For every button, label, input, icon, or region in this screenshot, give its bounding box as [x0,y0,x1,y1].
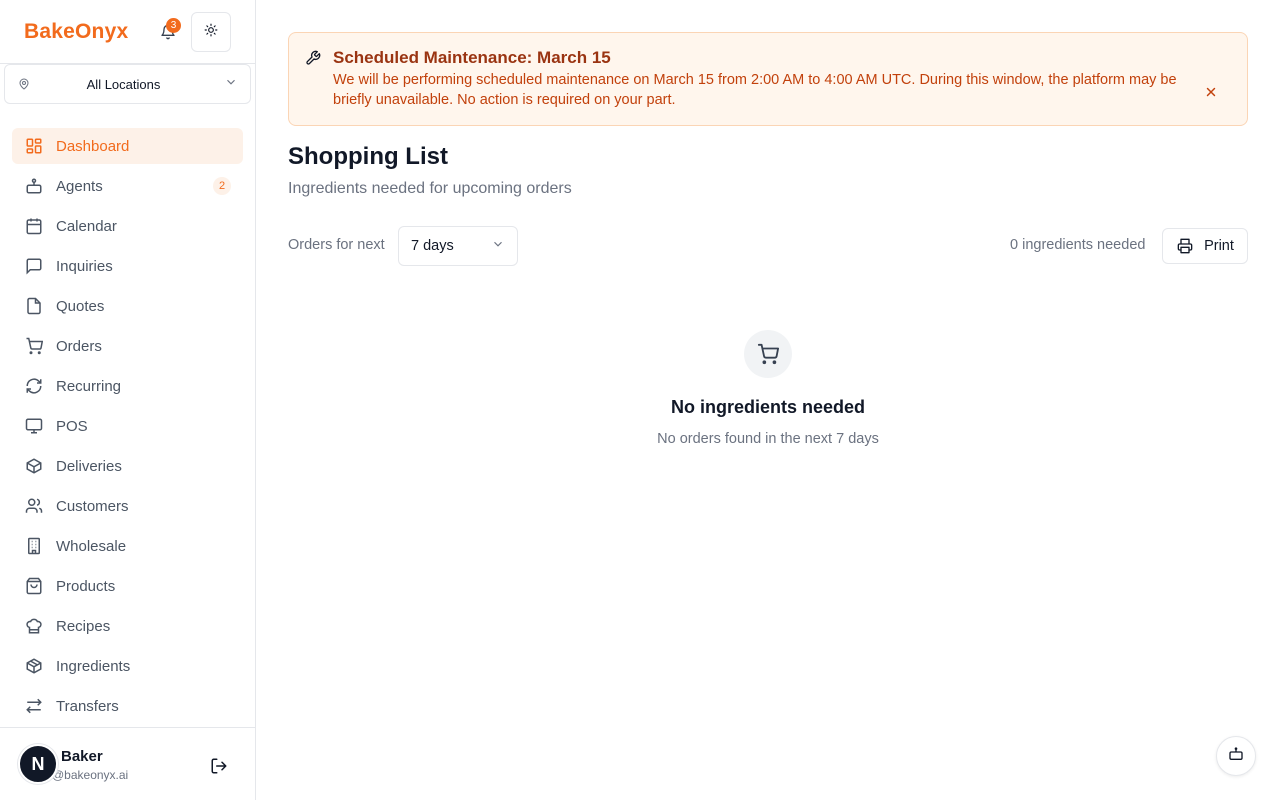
user-email: @bakeonyx.ai [52,768,129,782]
banner-title: Scheduled Maintenance: March 15 [333,48,611,67]
sidebar-item-quotes[interactable]: Quotes [12,288,243,324]
avatar-letter: N [31,753,45,774]
sidebar-item-ingredients[interactable]: Ingredients [12,648,243,684]
sidebar-item-label: Deliveries [56,457,122,475]
box-icon [24,656,44,676]
sidebar-item-label: Quotes [56,297,105,315]
ingredients-count: 0 ingredients needed [1010,237,1146,253]
sidebar-item-pos[interactable]: POS [12,408,243,444]
sidebar-item-label: Inquiries [56,257,113,275]
wrench-icon [305,50,323,68]
transfer-icon [24,696,44,716]
sidebar-item-recipes[interactable]: Recipes [12,608,243,644]
printer-icon [1176,237,1194,255]
print-button[interactable]: Print [1162,228,1248,264]
sidebar-item-label: POS [56,417,88,435]
banner-text: We will be performing scheduled maintena… [333,72,1177,108]
calendar-icon [24,216,44,236]
bot-icon [24,176,44,196]
sidebar-item-label: Calendar [56,217,117,235]
sidebar-item-products[interactable]: Products [12,568,243,604]
monitor-icon [24,416,44,436]
avatar[interactable]: N [18,744,58,784]
users-icon [24,496,44,516]
location-select-value: All Locations [86,76,161,92]
sidebar-item-label: Ingredients [56,657,131,675]
notification-badge: 3 [166,18,181,33]
empty-state-subtitle: No orders found in the next 7 days [657,431,879,447]
sidebar-item-label: Wholesale [56,537,127,555]
sun-icon [204,23,218,42]
message-icon [24,256,44,276]
refresh-icon [24,376,44,396]
maintenance-banner: Scheduled Maintenance: March 15 We will … [288,32,1248,126]
chevron-down-icon [224,75,238,94]
map-pin-icon [17,77,31,91]
sidebar-nav: Dashboard Agents 2 Calendar Inquiries Qu… [12,128,243,728]
print-button-label: Print [1204,238,1234,254]
close-icon[interactable] [1199,80,1223,104]
sidebar-item-label: Recurring [56,377,122,395]
orders-for-next-label: Orders for next [288,237,385,253]
building-icon [24,536,44,556]
sidebar: BakeOnyx 3 All Locations Dashboard Agent… [0,0,256,800]
sidebar-item-customers[interactable]: Customers [12,488,243,524]
sidebar-item-deliveries[interactable]: Deliveries [12,448,243,484]
sidebar-item-label: Products [56,577,116,595]
brand-logo[interactable]: BakeOnyx [24,20,128,44]
logout-icon[interactable] [207,754,231,778]
empty-state-title: No ingredients needed [670,397,866,417]
user-name: Baker [61,748,103,765]
location-select[interactable]: All Locations [4,64,251,104]
theme-toggle-button[interactable] [191,12,231,52]
sidebar-item-calendar[interactable]: Calendar [12,208,243,244]
sidebar-item-label: Customers [56,497,129,515]
page-subtitle: Ingredients needed for upcoming orders [288,180,572,197]
sidebar-item-dashboard[interactable]: Dashboard [12,128,243,164]
period-select-value: 7 days [411,238,454,254]
sidebar-item-label: Transfers [56,697,119,715]
sidebar-item-label: Orders [56,337,102,355]
sidebar-item-label: Agents [56,177,103,195]
file-icon [24,296,44,316]
cart-icon [744,330,792,378]
sidebar-item-agents[interactable]: Agents 2 [12,168,243,204]
sidebar-item-transfers[interactable]: Transfers [12,688,243,724]
cart-icon [24,336,44,356]
period-select[interactable]: 7 days [398,226,518,266]
agents-badge: 2 [213,177,231,195]
sidebar-item-inquiries[interactable]: Inquiries [12,248,243,284]
chef-hat-icon [24,616,44,636]
assistant-button[interactable] [1216,736,1256,776]
sidebar-item-recurring[interactable]: Recurring [12,368,243,404]
shopping-bag-icon [24,576,44,596]
brand-row: BakeOnyx 3 [0,0,255,64]
sidebar-item-wholesale[interactable]: Wholesale [12,528,243,564]
dashboard-icon [24,136,44,156]
sidebar-item-orders[interactable]: Orders [12,328,243,364]
package-icon [24,456,44,476]
page-title: Shopping List [288,143,448,170]
chevron-down-icon [491,237,505,256]
sidebar-item-label: Dashboard [56,137,130,155]
sidebar-item-label: Recipes [56,617,111,635]
user-profile: Baker @bakeonyx.ai N [0,727,256,800]
bot-icon [1228,746,1244,767]
